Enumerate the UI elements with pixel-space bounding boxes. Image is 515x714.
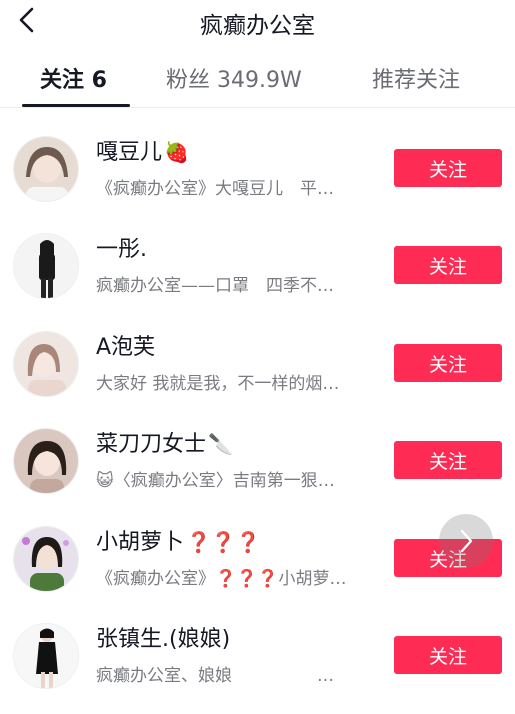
list-item[interactable]: A泡芙 大家好 我就是我，不一样的烟… 关注: [0, 315, 515, 413]
chevron-right-icon[interactable]: [439, 514, 493, 568]
avatar[interactable]: [13, 623, 79, 689]
follow-button[interactable]: 关注: [394, 344, 502, 382]
avatar[interactable]: [13, 428, 79, 494]
user-description: 《疯癫办公室》❓❓❓小胡萝…: [96, 569, 347, 589]
tab-recommended[interactable]: 推荐关注: [372, 62, 460, 94]
tab-following[interactable]: 关注 6: [40, 62, 107, 94]
user-description: 疯癫办公室——口罩 四季不…: [96, 276, 334, 296]
page-title: 疯癫办公室: [200, 13, 315, 39]
user-name[interactable]: 嘎豆儿 🍓: [96, 134, 189, 166]
follow-button[interactable]: 关注: [394, 246, 502, 284]
header: 疯癫办公室: [0, 0, 515, 44]
list-item[interactable]: 小胡萝卜 ❓❓❓ 《疯癫办公室》❓❓❓小胡萝… 关注: [0, 510, 515, 608]
user-name[interactable]: A泡芙: [96, 329, 157, 361]
active-tab-indicator: [22, 104, 130, 107]
user-name[interactable]: 小胡萝卜 ❓❓❓: [96, 524, 261, 556]
user-name[interactable]: 张镇生.(娘娘): [96, 621, 232, 653]
list-item[interactable]: 嘎豆儿 🍓 《疯癫办公室》大嘎豆儿 平… 关注: [0, 120, 515, 218]
avatar[interactable]: [13, 526, 79, 592]
user-name[interactable]: 一彤.: [96, 231, 149, 263]
follow-button[interactable]: 关注: [394, 441, 502, 479]
avatar[interactable]: [13, 331, 79, 397]
user-name[interactable]: 菜刀刀女士 🔪: [96, 426, 233, 458]
tab-bar: 关注 6 粉丝 349.9W 推荐关注: [0, 52, 515, 108]
follow-button[interactable]: 关注: [394, 149, 502, 187]
user-description: 疯癫办公室、娘娘 …: [96, 666, 334, 686]
avatar[interactable]: [13, 136, 79, 202]
tab-fans[interactable]: 粉丝 349.9W: [166, 62, 302, 94]
follow-button[interactable]: 关注: [394, 636, 502, 674]
list-item[interactable]: 菜刀刀女士 🔪 😺〈疯癫办公室〉吉南第一狠… 关注: [0, 412, 515, 510]
user-description: 《疯癫办公室》大嘎豆儿 平…: [96, 179, 334, 199]
list-item[interactable]: 张镇生.(娘娘) 疯癫办公室、娘娘 … 关注: [0, 607, 515, 705]
list-item[interactable]: 一彤. 疯癫办公室——口罩 四季不… 关注: [0, 217, 515, 315]
user-description: 😺〈疯癫办公室〉吉南第一狠…: [96, 471, 335, 491]
avatar[interactable]: [13, 233, 79, 299]
user-description: 大家好 我就是我，不一样的烟…: [96, 374, 340, 394]
